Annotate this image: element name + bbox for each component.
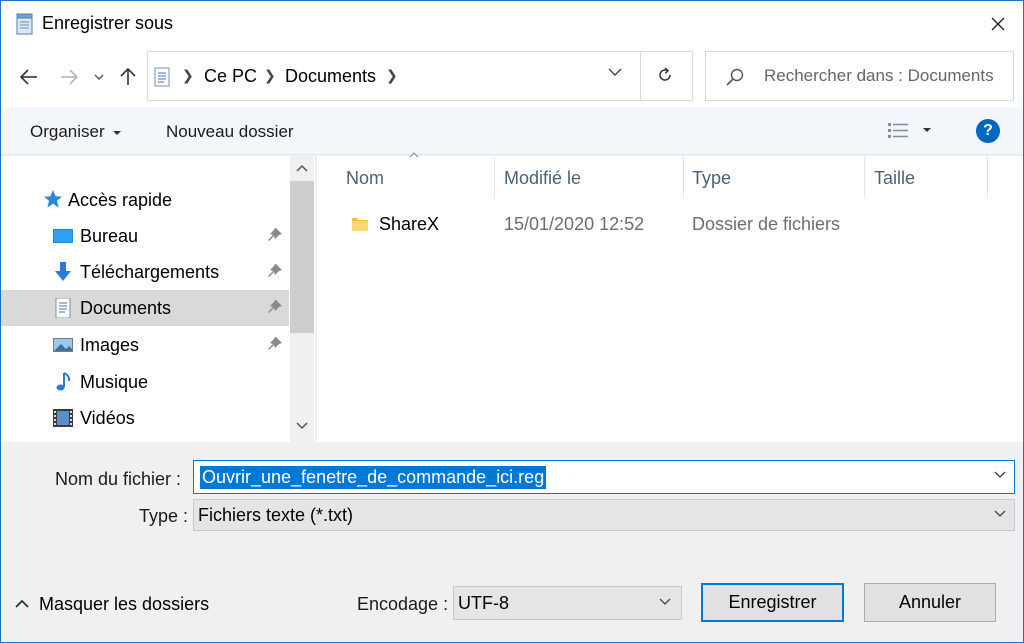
breadcrumb-documents[interactable]: Documents bbox=[285, 66, 376, 87]
file-modified: 15/01/2020 12:52 bbox=[504, 214, 645, 234]
command-bar: Organiser Nouveau dossier ? bbox=[1, 107, 1023, 155]
up-button[interactable] bbox=[116, 65, 140, 89]
column-header-type[interactable]: Type bbox=[684, 156, 865, 198]
nav-scrollbar[interactable] bbox=[290, 156, 314, 442]
sidebar-item-label: Bureau bbox=[80, 226, 139, 246]
title-bar: Enregistrer sous bbox=[1, 1, 1023, 47]
scrollbar-thumb[interactable] bbox=[290, 181, 314, 333]
save-button[interactable]: Enregistrer bbox=[701, 583, 844, 622]
window-title: Enregistrer sous bbox=[42, 13, 174, 33]
encoding-label: Encodage : bbox=[357, 594, 449, 614]
help-icon: ? bbox=[983, 122, 993, 139]
column-header-label: Modifié le bbox=[504, 168, 582, 188]
caret-down-icon bbox=[113, 130, 122, 135]
sidebar-item-label: Téléchargements bbox=[80, 262, 220, 282]
file-type-value: Fichiers texte (*.txt) bbox=[198, 505, 354, 525]
hide-folders-label: Masquer les dossiers bbox=[39, 594, 210, 614]
sidebar-item-label: Vidéos bbox=[80, 408, 135, 428]
sort-ascending-icon bbox=[409, 152, 419, 158]
close-icon bbox=[991, 17, 1005, 31]
close-button[interactable] bbox=[973, 1, 1023, 47]
chevron-up-icon[interactable] bbox=[296, 164, 308, 172]
sidebar-item-videos[interactable]: Vidéos bbox=[1, 400, 289, 436]
chevron-down-icon bbox=[994, 510, 1006, 517]
breadcrumb-this-pc[interactable]: Ce PC bbox=[204, 66, 257, 87]
view-details-icon[interactable] bbox=[887, 121, 909, 141]
notepad-icon bbox=[16, 13, 33, 35]
column-header-size[interactable]: Taille bbox=[865, 156, 988, 198]
sidebar-item-downloads[interactable]: Téléchargements bbox=[1, 254, 289, 290]
sidebar-item-label: Documents bbox=[80, 298, 172, 318]
chevron-down-icon[interactable] bbox=[296, 422, 308, 430]
column-header-name[interactable]: Nom bbox=[317, 152, 495, 198]
pictures-icon bbox=[53, 338, 73, 352]
breadcrumb-separator[interactable]: ❯ bbox=[182, 67, 194, 84]
chevron-down-icon bbox=[94, 74, 104, 80]
column-header-label: Nom bbox=[346, 168, 385, 188]
download-icon bbox=[55, 262, 71, 281]
breadcrumb-separator[interactable]: ❯ bbox=[386, 67, 398, 84]
sidebar-item-label: Musique bbox=[80, 372, 149, 392]
encoding-select[interactable]: UTF-8 bbox=[453, 586, 682, 620]
caret-down-icon[interactable] bbox=[923, 127, 931, 133]
filename-field[interactable]: Ouvrir_une_fenetre_de_commande_ici.reg bbox=[193, 460, 1015, 494]
column-header-label: Type bbox=[692, 168, 732, 188]
quick-access-label: Accès rapide bbox=[68, 190, 173, 210]
sidebar-item-desktop[interactable]: Bureau bbox=[1, 218, 289, 254]
folder-icon bbox=[352, 218, 368, 231]
file-type: Dossier de fichiers bbox=[692, 214, 841, 234]
documents-icon bbox=[154, 67, 170, 87]
recent-locations-button[interactable] bbox=[87, 65, 111, 89]
star-icon bbox=[44, 190, 62, 208]
pin-icon[interactable] bbox=[267, 227, 283, 243]
type-label: Type : bbox=[139, 506, 189, 526]
sidebar-item-music[interactable]: Musique bbox=[1, 364, 289, 400]
refresh-icon[interactable] bbox=[656, 66, 674, 84]
column-header-modified[interactable]: Modifié le bbox=[495, 156, 684, 198]
organize-label: Organiser bbox=[30, 122, 105, 141]
search-input[interactable] bbox=[764, 64, 1012, 88]
arrow-up-icon bbox=[120, 68, 136, 85]
new-folder-button[interactable]: Nouveau dossier bbox=[166, 122, 294, 142]
pin-icon[interactable] bbox=[267, 263, 283, 279]
file-type-select[interactable]: Fichiers texte (*.txt) bbox=[193, 499, 1015, 531]
encoding-value: UTF-8 bbox=[458, 593, 509, 613]
videos-icon bbox=[53, 409, 73, 427]
forward-button[interactable] bbox=[57, 65, 81, 89]
address-bar[interactable]: ❯ Ce PC ❯ Documents ❯ bbox=[147, 51, 693, 101]
sidebar-item-pictures[interactable]: Images bbox=[1, 327, 289, 363]
file-list: Nom Modifié le Type Taille ShareX 15/01/… bbox=[317, 152, 1023, 442]
breadcrumb-separator[interactable]: ❯ bbox=[264, 67, 276, 84]
file-name: ShareX bbox=[379, 214, 440, 234]
filename-value[interactable]: Ouvrir_une_fenetre_de_commande_ici.reg bbox=[200, 466, 547, 489]
sidebar-item-label: Images bbox=[80, 335, 140, 355]
address-row: ❯ Ce PC ❯ Documents ❯ bbox=[1, 47, 1023, 107]
search-box[interactable] bbox=[705, 51, 1014, 101]
save-as-dialog: Enregistrer sous ❯ Ce PC ❯ Documents ❯ R… bbox=[0, 0, 1024, 643]
documents-icon bbox=[55, 298, 71, 318]
music-icon bbox=[56, 372, 71, 391]
pin-icon[interactable] bbox=[267, 336, 283, 352]
cancel-button[interactable]: Annuler bbox=[864, 583, 996, 622]
divider bbox=[640, 52, 641, 100]
desktop-icon bbox=[53, 229, 73, 243]
chevron-down-icon bbox=[659, 598, 671, 605]
help-button[interactable]: ? bbox=[976, 119, 1000, 143]
chevron-down-icon[interactable] bbox=[994, 471, 1006, 479]
column-header-label: Taille bbox=[874, 168, 916, 188]
filename-label: Nom du fichier : bbox=[55, 469, 182, 489]
arrow-left-icon bbox=[20, 69, 37, 85]
back-button[interactable] bbox=[17, 65, 41, 89]
organize-menu-button[interactable]: Organiser bbox=[30, 122, 122, 142]
arrow-right-icon bbox=[61, 69, 78, 85]
chevron-up-icon bbox=[15, 599, 29, 608]
sidebar-item-documents[interactable]: Documents bbox=[1, 290, 289, 326]
chevron-down-icon[interactable] bbox=[608, 68, 622, 77]
pin-icon[interactable] bbox=[267, 299, 283, 315]
navigation-pane: Accès rapide Bureau Téléchargements Docu… bbox=[1, 156, 315, 442]
save-form: Nom du fichier : Ouvrir_une_fenetre_de_c… bbox=[1, 442, 1023, 642]
list-item[interactable]: ShareX 15/01/2020 12:52 Dossier de fichi… bbox=[317, 206, 1023, 242]
search-icon bbox=[726, 68, 744, 86]
